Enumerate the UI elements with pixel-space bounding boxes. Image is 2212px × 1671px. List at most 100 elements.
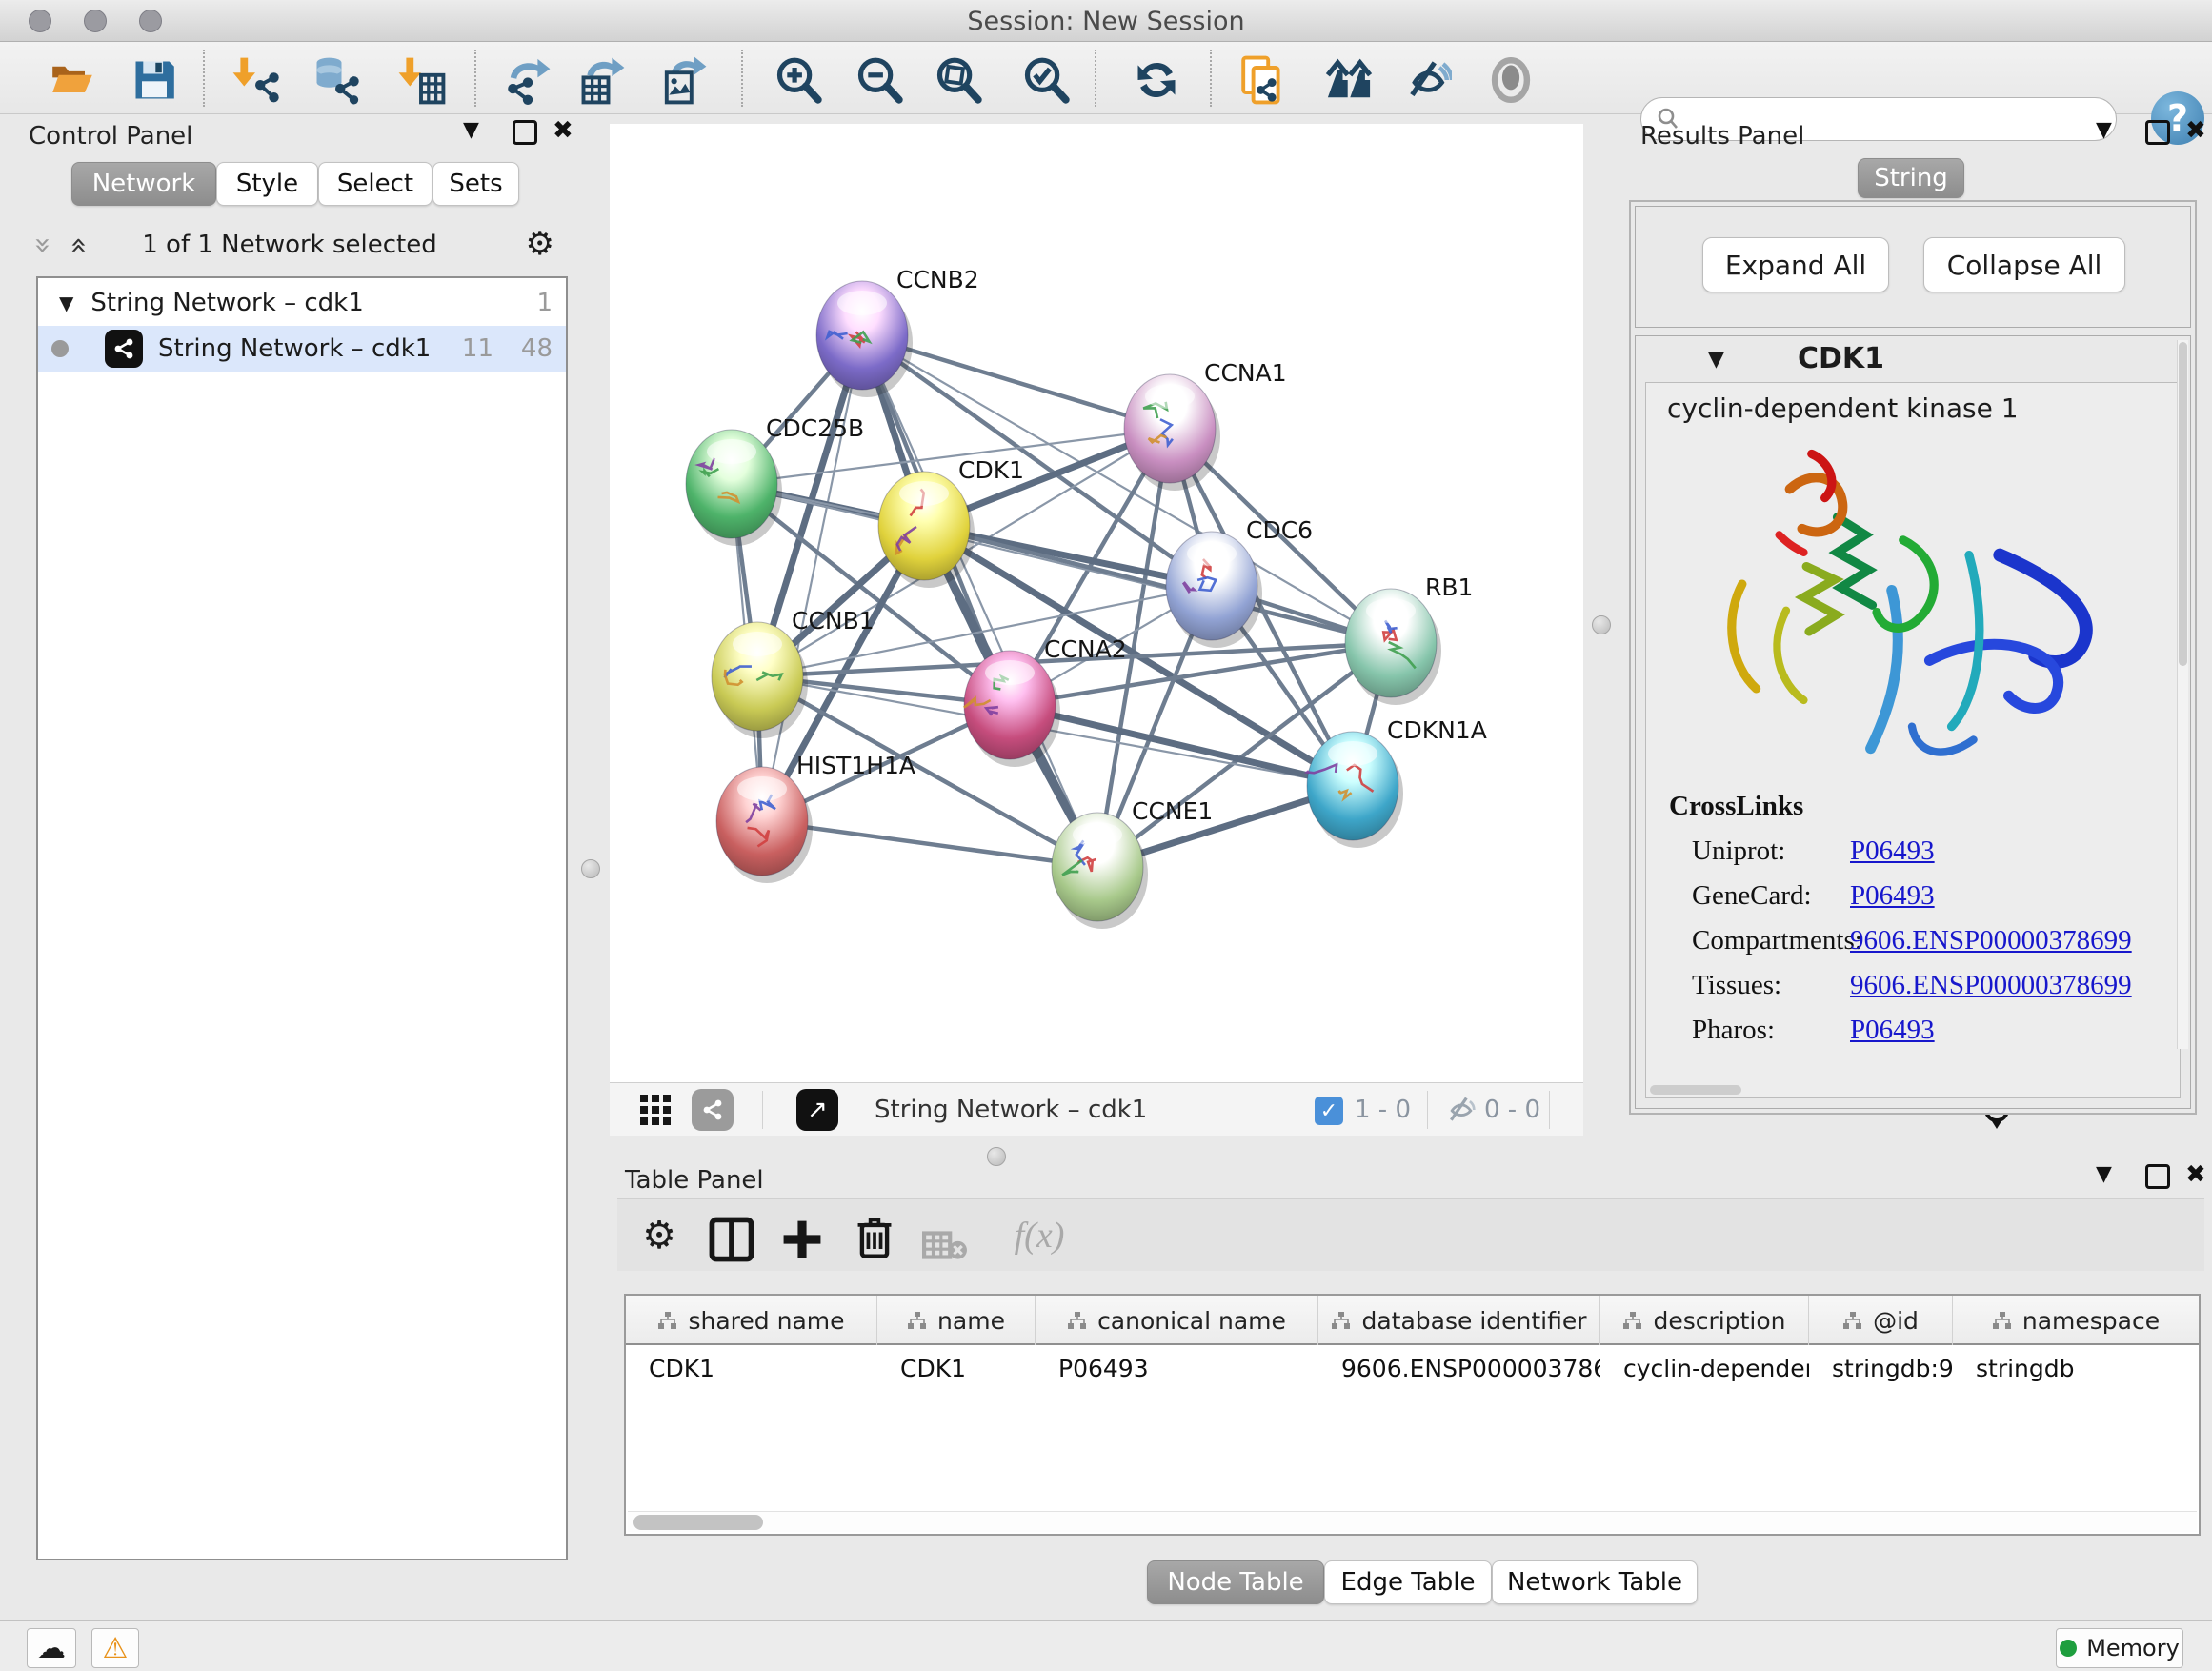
column-header[interactable]: description: [1600, 1296, 1809, 1345]
warnings-button[interactable]: ⚠: [91, 1628, 139, 1668]
detach-view-icon[interactable]: ↗: [796, 1089, 838, 1131]
node-label: CCNE1: [1132, 797, 1213, 825]
panel-close-icon[interactable]: ✖: [2185, 1160, 2206, 1189]
tab-network[interactable]: Network: [71, 162, 216, 206]
network-node-hist1h1a[interactable]: HIST1H1A: [716, 752, 915, 883]
network-node-cdkn1a[interactable]: CDKN1A: [1307, 716, 1487, 848]
tab-network-table[interactable]: Network Table: [1492, 1560, 1698, 1604]
column-header[interactable]: namespace: [1953, 1296, 2199, 1345]
table-cell[interactable]: CDK1: [626, 1345, 877, 1391]
create-column-plus-icon[interactable]: [779, 1217, 825, 1262]
save-session-icon[interactable]: [130, 55, 179, 105]
zoom-in-icon[interactable]: [774, 55, 823, 105]
network-node-rb1[interactable]: RB1: [1345, 574, 1473, 705]
hide-selected-icon[interactable]: [1402, 55, 1452, 105]
show-all-icon[interactable]: [1486, 55, 1536, 105]
results-vscroll-thumb[interactable]: [2179, 342, 2187, 666]
table-hscroll-thumb[interactable]: [633, 1515, 763, 1530]
network-edge[interactable]: [924, 526, 1391, 643]
right-splitter-handle[interactable]: [1592, 615, 1611, 634]
table-settings-gear-icon[interactable]: ⚙: [636, 1213, 682, 1258]
network-node-ccna1[interactable]: CCNA1: [1124, 359, 1287, 491]
network-edge[interactable]: [1010, 705, 1353, 786]
tab-sets[interactable]: Sets: [432, 162, 519, 206]
panel-float-icon[interactable]: [513, 120, 537, 145]
tab-style[interactable]: Style: [216, 162, 318, 206]
import-network-file-icon[interactable]: [231, 55, 280, 105]
network-view-type-icon[interactable]: [692, 1089, 734, 1131]
copy-network-icon[interactable]: [1238, 55, 1288, 105]
column-type-icon: [1992, 1311, 2013, 1330]
column-header[interactable]: name: [877, 1296, 1036, 1345]
table-cell[interactable]: cyclin-dependent ...: [1600, 1345, 1809, 1391]
results-hscroll-thumb[interactable]: [1650, 1085, 1741, 1095]
collection-expander-icon[interactable]: ▼: [59, 292, 73, 314]
tab-select[interactable]: Select: [318, 162, 432, 206]
zoom-fit-icon[interactable]: [934, 55, 983, 105]
selected-nodes-checkbox-icon[interactable]: ✓: [1315, 1097, 1343, 1125]
column-header[interactable]: canonical name: [1036, 1296, 1318, 1345]
crosslink-link[interactable]: P06493: [1850, 836, 1935, 867]
crosslink-link[interactable]: 9606.ENSP00000378699: [1850, 970, 2132, 1001]
tab-edge-table[interactable]: Edge Table: [1324, 1560, 1492, 1604]
panel-close-icon[interactable]: ✖: [2185, 116, 2206, 145]
crosslink-link[interactable]: P06493: [1850, 880, 1935, 912]
results-vscrollbar[interactable]: [2177, 340, 2188, 1049]
network-graph[interactable]: CCNB2CCNA1CDC25BCDK1CDC6RB1CCNB1CCNA2CDK…: [610, 124, 1583, 1082]
network-collection-row[interactable]: ▼ String Network – cdk1 1: [38, 280, 566, 326]
column-header[interactable]: @id: [1809, 1296, 1953, 1345]
network-options-gear-icon[interactable]: ⚙: [526, 225, 554, 263]
panel-menu-icon[interactable]: ▼: [463, 118, 479, 142]
network-node-ccnb2[interactable]: CCNB2: [816, 266, 979, 397]
network-edge[interactable]: [862, 335, 1097, 867]
cloud-status-button[interactable]: ☁: [27, 1628, 76, 1668]
refresh-icon[interactable]: [1132, 55, 1181, 105]
table-cell[interactable]: stringdb:9...: [1809, 1345, 1953, 1391]
table-cell[interactable]: stringdb: [1953, 1345, 2199, 1391]
panel-float-icon[interactable]: [2145, 1164, 2170, 1189]
delete-table-icon[interactable]: [922, 1222, 968, 1268]
import-network-database-icon[interactable]: [311, 55, 360, 105]
column-header[interactable]: database identifier: [1318, 1296, 1600, 1345]
export-network-icon[interactable]: [503, 55, 553, 105]
grid-view-icon[interactable]: [638, 1093, 674, 1129]
table-cell[interactable]: 9606.ENSP00000378699: [1318, 1345, 1600, 1391]
table-cell[interactable]: CDK1: [877, 1345, 1036, 1391]
zoom-out-icon[interactable]: [855, 55, 904, 105]
crosslink-label: Pharos:: [1669, 1015, 1850, 1046]
export-table-icon[interactable]: [577, 55, 627, 105]
table-hscrollbar[interactable]: [628, 1511, 2197, 1532]
expand-all-button[interactable]: Expand All: [1702, 237, 1889, 292]
section-expander-icon[interactable]: ▼: [1708, 348, 1724, 372]
column-header[interactable]: shared name: [626, 1296, 877, 1345]
network-canvas[interactable]: CCNB2CCNA1CDC25BCDK1CDC6RB1CCNB1CCNA2CDK…: [610, 124, 1583, 1082]
tab-string[interactable]: String: [1858, 158, 1964, 198]
panel-close-icon[interactable]: ✖: [553, 116, 573, 145]
node-label: HIST1H1A: [796, 752, 915, 779]
panel-float-icon[interactable]: [2145, 120, 2170, 145]
crosslink-link[interactable]: 9606.ENSP00000378699: [1850, 925, 2132, 956]
network-node-cdk1[interactable]: CDK1: [878, 456, 1024, 588]
crosslink-link[interactable]: P06493: [1850, 1015, 1935, 1046]
table-cell[interactable]: P06493: [1036, 1345, 1318, 1391]
export-image-icon[interactable]: [659, 55, 709, 105]
function-builder-icon[interactable]: f(x): [996, 1213, 1082, 1258]
panel-menu-icon[interactable]: ▼: [2096, 1162, 2112, 1186]
import-table-icon[interactable]: [396, 55, 446, 105]
show-columns-icon[interactable]: [709, 1217, 754, 1262]
open-file-icon[interactable]: [48, 55, 97, 105]
column-label: canonical name: [1097, 1307, 1286, 1335]
network-node-cdc6[interactable]: CDC6: [1166, 516, 1313, 648]
memory-button[interactable]: Memory: [2056, 1628, 2183, 1668]
collapse-all-button[interactable]: Collapse All: [1923, 237, 2125, 292]
zoom-selected-icon[interactable]: [1021, 55, 1071, 105]
first-neighbors-icon[interactable]: [1324, 55, 1374, 105]
crosslink-label: GeneCard:: [1669, 880, 1850, 912]
left-splitter-handle[interactable]: [581, 859, 600, 878]
tab-node-table[interactable]: Node Table: [1147, 1560, 1324, 1604]
table-row[interactable]: CDK1 CDK1 P06493 9606.ENSP00000378699 cy…: [626, 1345, 2199, 1391]
network-node-cdc25b[interactable]: CDC25B: [686, 414, 864, 546]
delete-column-trash-icon[interactable]: [852, 1215, 897, 1260]
panel-menu-icon[interactable]: ▼: [2096, 118, 2112, 142]
network-row-selected[interactable]: String Network – cdk1 11 48: [38, 326, 566, 372]
